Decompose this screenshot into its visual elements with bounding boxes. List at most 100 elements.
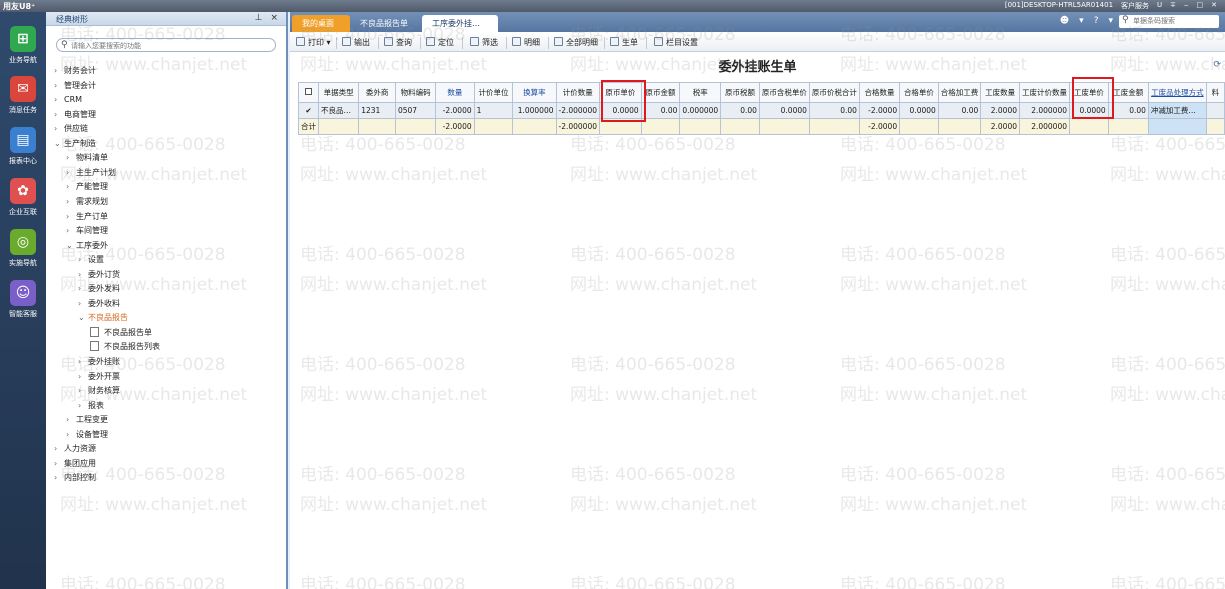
export-button[interactable]: 输出	[342, 37, 370, 49]
column-header[interactable]: 税率	[679, 82, 722, 103]
chevron-right-icon[interactable]: ›	[78, 384, 88, 398]
barcode-search-box[interactable]: ⚲	[1119, 15, 1219, 28]
select-all-checkbox[interactable]	[298, 82, 319, 103]
tree-node[interactable]: › 电商管理	[54, 108, 96, 122]
chevron-right-icon[interactable]: ›	[66, 151, 76, 165]
tree-node[interactable]: › 财务会计	[54, 64, 96, 78]
tree-node[interactable]: ⌄ 生产制造	[54, 137, 96, 151]
maximize-icon[interactable]: □	[1197, 1, 1204, 11]
column-header[interactable]: 原币金额	[640, 82, 681, 103]
tree-node[interactable]: › 设备管理	[66, 428, 108, 442]
chevron-right-icon[interactable]: ›	[54, 122, 64, 136]
tree-node[interactable]: › 财务核算	[78, 384, 120, 398]
table-cell[interactable]: 0.00	[937, 102, 982, 119]
tree-node[interactable]: › 产能管理	[66, 180, 108, 194]
nav-smart-service[interactable]: ☺ 智能客服	[0, 280, 46, 319]
tree-node[interactable]: › CRM	[54, 93, 82, 107]
tab-defect-report[interactable]: 不良品报告单	[350, 15, 420, 32]
customer-service-link[interactable]: 客户服务	[1121, 1, 1149, 11]
table-cell[interactable]: 不良品…	[317, 102, 360, 119]
detail-button[interactable]: 明细	[512, 37, 540, 49]
tree-node[interactable]: › 委外收料	[78, 297, 120, 311]
nav-implementation[interactable]: ◎ 实施导航	[0, 229, 46, 268]
column-header[interactable]: 换算率	[512, 82, 557, 103]
table-cell[interactable]: 0.0000	[899, 102, 939, 119]
tree-node[interactable]: 不良品报告单	[90, 326, 152, 340]
table-cell[interactable]: 冲减加工费…	[1147, 102, 1207, 119]
column-header[interactable]: 原币税额	[720, 82, 760, 103]
tree-node[interactable]: › 集团应用	[54, 457, 96, 471]
tree-node[interactable]: › 设置	[78, 253, 104, 267]
tree-node[interactable]: › 供应链	[54, 122, 88, 136]
tree-node[interactable]: › 工程变更	[66, 413, 108, 427]
chevron-down-icon[interactable]: ⌄	[78, 311, 88, 325]
tree-node[interactable]: › 委外订货	[78, 268, 120, 282]
locate-button[interactable]: 定位	[426, 37, 454, 49]
chevron-right-icon[interactable]: ›	[66, 224, 76, 238]
column-header[interactable]: 合格加工费	[937, 82, 982, 103]
tree-node[interactable]: › 委外挂账	[78, 355, 120, 369]
table-cell[interactable]: 2.000000	[1019, 102, 1070, 119]
table-cell[interactable]: -2.0000	[858, 102, 901, 119]
table-cell[interactable]: 0.00	[720, 102, 760, 119]
chevron-right-icon[interactable]: ›	[78, 268, 88, 282]
column-header[interactable]: 原币含税单价	[758, 82, 810, 103]
table-cell[interactable]: 0.0000	[758, 102, 810, 119]
table-cell[interactable]: 0.00	[1107, 102, 1149, 119]
column-header[interactable]: 单据类型	[317, 82, 360, 103]
chevron-right-icon[interactable]: ›	[54, 108, 64, 122]
tree-node[interactable]: › 委外开票	[78, 370, 120, 384]
chevron-right-icon[interactable]: ›	[66, 210, 76, 224]
generate-button[interactable]: 生单	[610, 37, 638, 49]
tree-search-input[interactable]	[71, 40, 271, 51]
table-cell[interactable]: 1.000000	[512, 102, 557, 119]
table-cell[interactable]: 0.000000	[679, 102, 722, 119]
user-icon[interactable]: U	[1157, 1, 1162, 11]
chevron-right-icon[interactable]: ›	[78, 297, 88, 311]
column-header[interactable]: 计价单位	[473, 82, 514, 103]
tree-node[interactable]: › 报表	[78, 399, 104, 413]
dropdown-icon[interactable]: ▾	[1079, 16, 1084, 26]
close-icon[interactable]: ×	[270, 13, 278, 23]
filter-button[interactable]: 筛选	[470, 37, 498, 49]
tree-node[interactable]: › 生产订单	[66, 210, 108, 224]
chevron-right-icon[interactable]: ›	[66, 195, 76, 209]
chevron-right-icon[interactable]: ›	[78, 370, 88, 384]
chevron-down-icon[interactable]: ⌄	[66, 239, 76, 253]
tree-node[interactable]: › 管理会计	[54, 79, 96, 93]
chevron-right-icon[interactable]: ›	[78, 399, 88, 413]
tree-node[interactable]: › 主生产计划	[66, 166, 116, 180]
column-header[interactable]: 原币价税合计	[808, 82, 860, 103]
refresh-icon[interactable]: ⟳	[1213, 60, 1221, 70]
tree-node[interactable]: ⌄ 工序委外	[66, 239, 108, 253]
table-cell[interactable]: 0.00	[808, 102, 860, 119]
table-cell[interactable]: 1231	[358, 102, 396, 119]
chevron-right-icon[interactable]: ›	[66, 166, 76, 180]
column-header[interactable]: 数量	[435, 82, 475, 103]
tree-node[interactable]: 不良品报告列表	[90, 340, 160, 354]
row-checkbox[interactable]: ✔	[298, 102, 319, 119]
chevron-down-icon[interactable]: ⌄	[54, 137, 64, 151]
column-header[interactable]: 工废品处理方式	[1147, 82, 1207, 103]
checkbox-icon[interactable]	[305, 88, 312, 95]
switch-icon[interactable]: ∓	[1170, 1, 1176, 11]
chevron-right-icon[interactable]: ›	[54, 79, 64, 93]
nav-message-task[interactable]: ✉ 消息任务	[0, 76, 46, 115]
help-icon[interactable]: ?	[1094, 16, 1099, 26]
tree-node[interactable]: › 内部控制	[54, 471, 96, 485]
chevron-right-icon[interactable]: ›	[78, 355, 88, 369]
chevron-right-icon[interactable]: ›	[54, 457, 64, 471]
print-button[interactable]: 打印 ▾	[296, 37, 331, 49]
column-header[interactable]: 计价数量	[555, 82, 600, 103]
column-header[interactable]: 合格单价	[899, 82, 939, 103]
tree-search-box[interactable]: ⚲	[56, 38, 276, 52]
app-menu-icon[interactable]: ☻	[1060, 16, 1069, 26]
tab-outsource-billing[interactable]: 工序委外挂…×	[422, 15, 498, 45]
column-header[interactable]: 委外商	[358, 82, 396, 103]
tab-my-desktop[interactable]: 我的桌面	[292, 15, 350, 32]
barcode-search-input[interactable]	[1133, 16, 1215, 26]
nav-enterprise-link[interactable]: ✿ 企业互联	[0, 178, 46, 217]
chevron-right-icon[interactable]: ›	[54, 93, 64, 107]
close-icon[interactable]: ✕	[1211, 1, 1217, 11]
tree-node[interactable]: › 委外发料	[78, 282, 120, 296]
